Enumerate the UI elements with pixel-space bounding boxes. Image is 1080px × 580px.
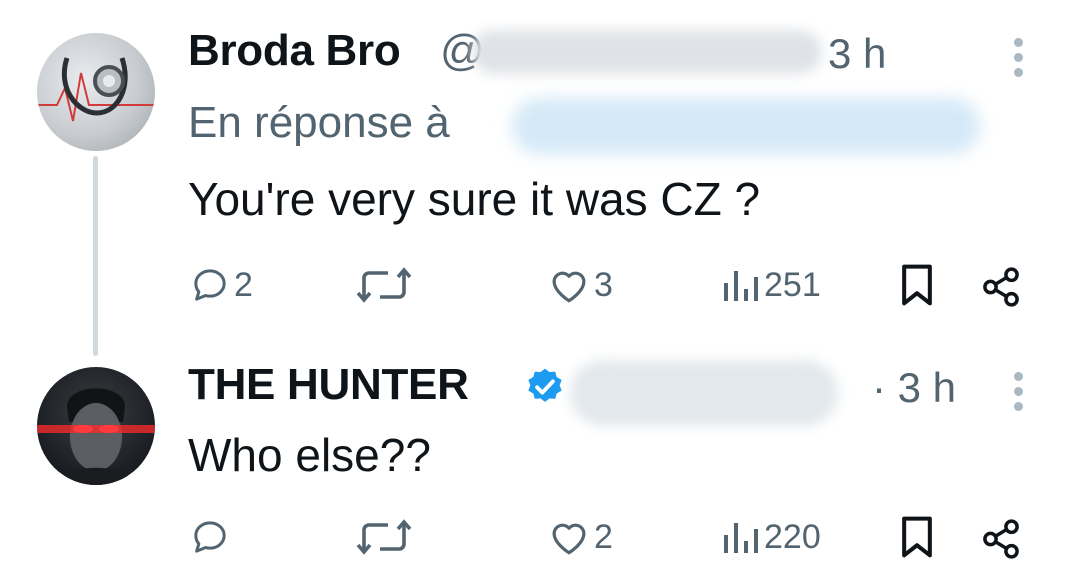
- tweet-text: You're very sure it was CZ ?: [188, 173, 761, 225]
- views-icon: [724, 271, 758, 301]
- views-count: 251: [764, 265, 821, 304]
- more-icon[interactable]: [1012, 372, 1024, 422]
- bookmark-button[interactable]: [900, 512, 934, 562]
- tweet-time[interactable]: · 3 h: [872, 364, 956, 412]
- like-count: 3: [594, 265, 613, 304]
- reply-to-label: En réponse à: [188, 98, 450, 147]
- more-icon[interactable]: [1012, 38, 1024, 88]
- repost-button[interactable]: [356, 260, 412, 310]
- hunter-avatar-image: [37, 388, 155, 485]
- author-name[interactable]: THE HUNTER: [188, 360, 469, 410]
- views-button[interactable]: 251: [720, 260, 821, 310]
- reply-button[interactable]: 2: [190, 260, 253, 310]
- like-icon: [552, 271, 586, 303]
- tweet-time[interactable]: 3 h: [828, 30, 886, 78]
- views-button[interactable]: 220: [720, 512, 821, 562]
- share-icon: [983, 267, 1019, 307]
- like-button[interactable]: 2: [548, 512, 613, 562]
- tweet-text: Who else??: [188, 429, 431, 481]
- like-icon: [552, 523, 586, 555]
- share-icon: [983, 519, 1019, 559]
- repost-icon: [356, 267, 412, 303]
- redacted-handle: [570, 360, 838, 426]
- stethoscope-avatar-image: [37, 57, 155, 122]
- bookmark-button[interactable]: [900, 260, 934, 310]
- repost-icon: [356, 519, 412, 555]
- avatar[interactable]: [37, 367, 155, 485]
- views-count: 220: [764, 517, 821, 556]
- reply-icon: [194, 521, 226, 553]
- share-button[interactable]: [980, 262, 1022, 312]
- reply-button[interactable]: [190, 512, 230, 562]
- share-button[interactable]: [980, 514, 1022, 564]
- like-button[interactable]: 3: [548, 260, 613, 310]
- reply-count: 2: [234, 265, 253, 304]
- thread-connector-line: [93, 156, 98, 356]
- redacted-handle: [472, 30, 822, 74]
- verified-badge-icon: [528, 368, 562, 402]
- avatar[interactable]: [37, 33, 155, 151]
- author-name[interactable]: Broda Bro: [188, 26, 401, 76]
- repost-button[interactable]: [356, 512, 412, 562]
- redacted-mention[interactable]: [512, 98, 980, 154]
- bookmark-icon: [902, 516, 932, 558]
- reply-icon: [194, 269, 226, 301]
- views-icon: [724, 523, 758, 553]
- like-count: 2: [594, 517, 613, 556]
- bookmark-icon: [902, 264, 932, 306]
